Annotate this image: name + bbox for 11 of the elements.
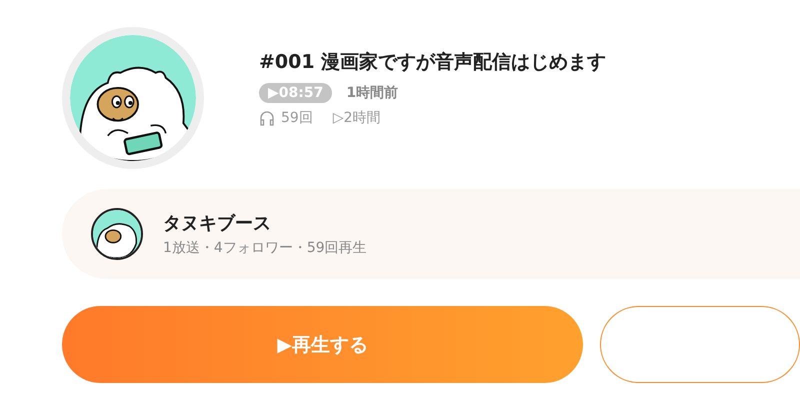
play-count: 59回: [281, 109, 313, 127]
headphones-icon: [259, 110, 275, 126]
duration-badge: ▶08:57: [259, 83, 332, 103]
total-time: ▷2時間: [332, 109, 381, 127]
channel-avatar: [91, 208, 143, 260]
channel-stats: 1放送・4フォロワー・59回再生: [163, 239, 367, 257]
outline-button[interactable]: [600, 306, 800, 383]
channel-name: タヌキブース: [163, 212, 272, 235]
channel-card[interactable]: タヌキブース 1放送・4フォロワー・59回再生: [62, 189, 800, 279]
episode-title: #001 漫画家ですが音声配信はじめます: [259, 50, 606, 75]
posted-time: 1時間前: [346, 84, 398, 102]
